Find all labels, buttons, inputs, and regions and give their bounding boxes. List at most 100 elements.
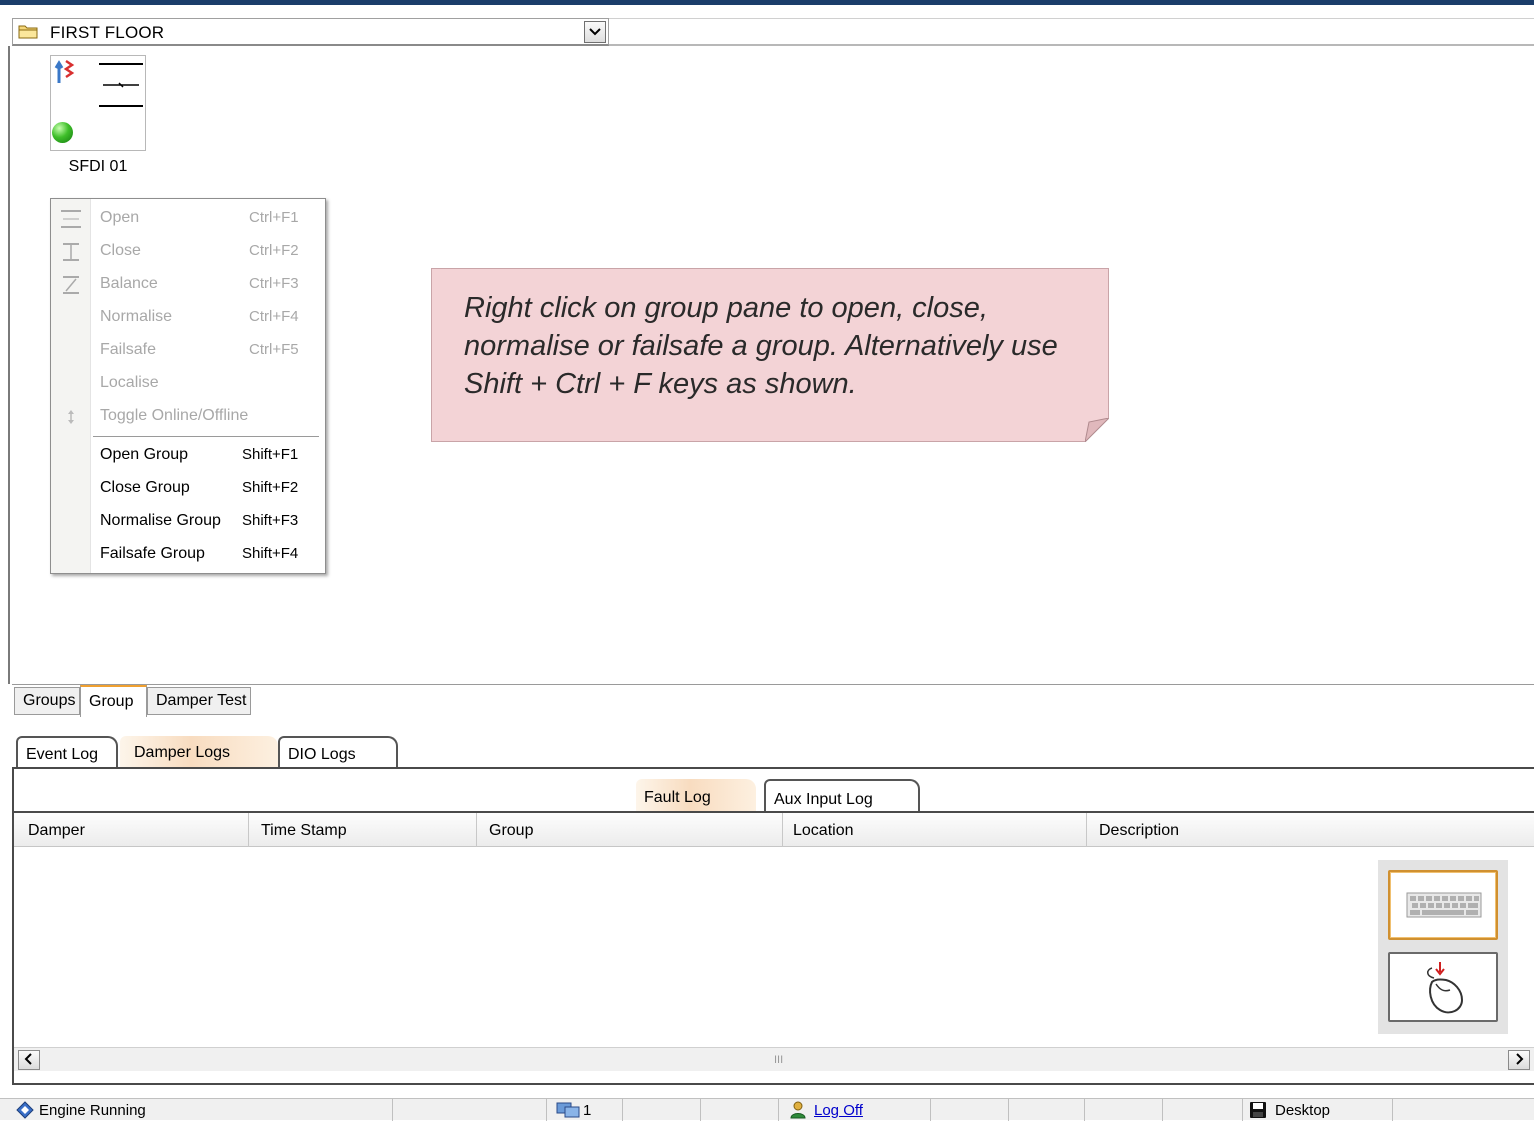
keyboard-button[interactable] [1388,870,1498,940]
status-divider [700,1099,778,1121]
menu-separator [93,436,319,437]
status-divider [1008,1099,1084,1121]
damper-name: SFDI 01 [68,158,128,175]
view-tab-bar: Groups Group Damper Test [12,684,1534,720]
tab-damper-logs[interactable]: Damper Logs [120,736,278,768]
menu-item-toggle-online[interactable]: Toggle Online/Offline [51,401,325,431]
status-divider [622,1099,700,1121]
menu-item-failsafe[interactable]: Failsafe Ctrl+F5 [51,335,325,365]
status-bar: Engine Running 1 Log Off Desktop [0,1098,1534,1121]
keyboard-icon [1406,892,1482,918]
menu-item-shortcut: Shift+F3 [242,512,299,529]
tab-dio-logs[interactable]: DIO Logs [278,736,398,768]
menu-item-label: Localise [100,374,159,391]
floppy-disk-icon [1250,1102,1266,1118]
note-text: Right click on group pane to open, close… [464,292,1058,400]
menu-item-label: Normalise Group [100,512,221,529]
user-icon [790,1101,806,1119]
menu-item-label: Normalise [100,308,173,325]
sub-tab-bar: Fault Log Aux Input Log [14,779,1534,811]
status-engine: Engine Running [0,1099,392,1121]
column-label: Damper [28,822,85,839]
tab-groups[interactable]: Groups [14,687,80,715]
floor-selector[interactable]: FIRST FLOOR [12,18,609,46]
horizontal-scrollbar[interactable]: III [14,1047,1534,1071]
dropdown-button[interactable] [584,21,606,43]
column-label: Location [793,822,854,839]
menu-item-shortcut: Shift+F2 [242,479,299,496]
status-connection: 1 [546,1099,622,1121]
status-desktop: Desktop [1242,1099,1392,1121]
column-header-location[interactable]: Location [782,813,1086,847]
connection-count: 1 [583,1102,592,1119]
menu-item-open-group[interactable]: Open Group Shift+F1 [51,440,325,470]
menu-item-label: Close [100,242,141,259]
menu-item-close-group[interactable]: Close Group Shift+F2 [51,473,325,503]
desktop-label: Desktop [1275,1102,1331,1119]
menu-item-shortcut: Ctrl+F4 [249,308,299,325]
menu-item-label: Open Group [100,446,189,463]
column-header-damper[interactable]: Damper [22,813,248,847]
status-divider [1084,1099,1162,1121]
mouse-button[interactable] [1388,952,1498,1022]
scroll-left-button[interactable] [18,1050,40,1070]
mouse-click-icon [1427,962,1464,1014]
tab-fault-log[interactable]: Fault Log [636,779,756,811]
menu-item-label: Close Group [100,479,190,496]
menu-item-shortcut: Ctrl+F2 [249,242,299,259]
damper-tile[interactable] [50,55,146,151]
folder-icon [18,25,38,39]
menu-item-label: Failsafe [100,341,157,358]
menu-item-normalise-group[interactable]: Normalise Group Shift+F3 [51,506,325,536]
menu-item-shortcut: Ctrl+F5 [249,341,299,358]
menu-item-failsafe-group[interactable]: Failsafe Group Shift+F4 [51,539,325,569]
tab-label: Fault Log [644,789,711,806]
balance-damper-icon [63,276,79,294]
damper-arrows-icon [54,59,75,83]
tab-label: Event Log [26,746,99,763]
folded-corner-icon [1085,418,1109,442]
scroll-thumb-grip: III [774,1054,784,1066]
menu-item-close[interactable]: Close Ctrl+F2 [51,236,325,266]
status-divider [392,1099,546,1121]
menu-item-balance[interactable]: Balance Ctrl+F3 [51,269,325,299]
close-damper-icon [63,243,79,261]
tab-label: Group [89,693,134,710]
menu-item-shortcut: Shift+F4 [242,545,299,562]
tab-aux-input-log[interactable]: Aux Input Log [764,779,920,811]
status-logoff[interactable]: Log Off [778,1099,930,1121]
column-label: Time Stamp [261,822,347,839]
window-top-border [0,0,1534,5]
instruction-note: Right click on group pane to open, close… [431,268,1109,442]
context-menu: Open Ctrl+F1 Close Ctrl+F2 Balance Ctrl+… [50,198,326,574]
status-divider [930,1099,1008,1121]
tab-label: Damper Test [156,692,247,709]
menu-item-normalise[interactable]: Normalise Ctrl+F4 [51,302,325,332]
column-header-group[interactable]: Group [476,813,782,847]
tab-damper-test[interactable]: Damper Test [147,687,251,715]
log-tab-bar: Event Log Damper Logs DIO Logs [12,736,1534,768]
column-header-description[interactable]: Description [1086,813,1534,847]
scroll-right-button[interactable] [1508,1050,1530,1070]
floor-selector-value: FIRST FLOOR [50,23,165,42]
menu-item-label: Failsafe Group [100,545,205,562]
toggle-arrows-icon [68,410,74,424]
log-panel: Fault Log Aux Input Log Damper Time Stam… [12,767,1534,1085]
column-label: Group [489,822,534,839]
status-divider [1392,1099,1534,1121]
tab-group[interactable]: Group [80,685,147,717]
tab-event-log[interactable]: Event Log [16,736,118,768]
log-off-link[interactable]: Log Off [814,1102,863,1119]
network-icon [556,1102,580,1118]
chevron-left-icon [24,1053,32,1065]
menu-item-localise[interactable]: Localise [51,368,325,398]
chevron-right-icon [1516,1053,1524,1065]
menu-item-label: Toggle Online/Offline [100,407,249,424]
menu-item-open[interactable]: Open Ctrl+F1 [51,203,325,233]
column-header-time-stamp[interactable]: Time Stamp [248,813,476,847]
chevron-down-icon [589,28,601,36]
menu-item-shortcut: Ctrl+F1 [249,209,299,226]
engine-diamond-icon [16,1101,34,1119]
tab-label: Groups [23,692,76,709]
column-label: Description [1099,822,1180,839]
